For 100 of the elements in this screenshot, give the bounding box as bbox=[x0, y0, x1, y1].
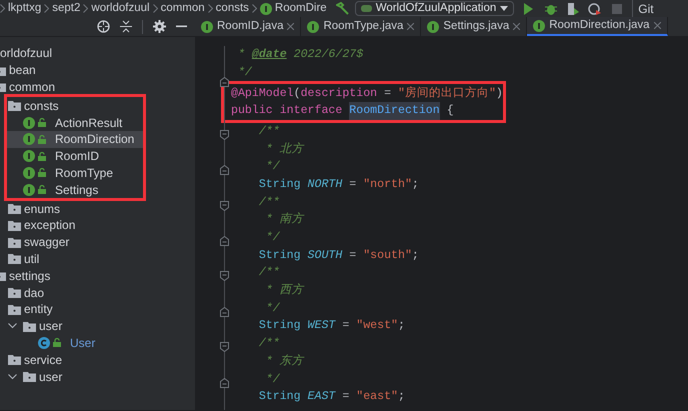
stop-icon[interactable] bbox=[610, 2, 624, 16]
close-icon[interactable] bbox=[654, 22, 661, 29]
close-icon[interactable] bbox=[287, 23, 294, 30]
code-line: String NORTH = "north"; bbox=[258, 176, 420, 193]
tree-item[interactable]: service bbox=[0, 351, 195, 368]
lock-icon bbox=[38, 185, 46, 194]
coverage-icon[interactable] bbox=[566, 2, 580, 16]
class-icon bbox=[38, 336, 50, 349]
code-line: @ApiModel(description = "房间的出口方向") bbox=[231, 85, 503, 102]
tree-item[interactable]: dao bbox=[0, 284, 195, 301]
tree-item[interactable]: bean bbox=[0, 62, 195, 79]
folder-icon bbox=[23, 371, 36, 382]
tree-item[interactable]: RoomType bbox=[7, 164, 143, 182]
chevron-right-icon bbox=[152, 4, 158, 13]
interface-icon bbox=[427, 20, 440, 32]
editor-tab[interactable]: RoomDirection.java bbox=[527, 17, 668, 36]
code-line: /** bbox=[258, 124, 281, 140]
code-line: */ bbox=[236, 64, 253, 81]
folder-icon bbox=[8, 100, 21, 112]
close-icon[interactable] bbox=[513, 23, 520, 30]
lock-icon bbox=[38, 168, 46, 178]
tree-item[interactable]: orldofzuul bbox=[0, 45, 195, 62]
folder-icon bbox=[23, 320, 36, 332]
code-line: String WEST = "west"; bbox=[258, 318, 406, 334]
chevron-right-icon bbox=[0, 4, 5, 13]
editor-tab[interactable]: RoomID.java bbox=[195, 17, 302, 36]
folder-icon bbox=[8, 236, 21, 248]
tree-item[interactable]: settings bbox=[0, 267, 195, 284]
chevron-right-icon bbox=[44, 4, 50, 13]
chevron-right-icon bbox=[83, 4, 88, 13]
minimize-icon[interactable] bbox=[176, 25, 187, 28]
locate-icon[interactable] bbox=[97, 20, 110, 33]
interface-icon bbox=[23, 116, 35, 129]
tree-item[interactable]: RoomID bbox=[7, 148, 143, 165]
fold-marker-icon[interactable] bbox=[220, 271, 229, 282]
tree-item[interactable]: ActionResult bbox=[7, 114, 143, 131]
chevron-down-icon[interactable] bbox=[8, 323, 17, 330]
chevron-right-icon bbox=[252, 4, 257, 13]
run-configuration-dropdown[interactable]: WorldOfZuulApplication bbox=[354, 1, 514, 16]
lock-icon bbox=[38, 134, 46, 144]
tree-item[interactable]: User bbox=[0, 334, 195, 352]
lock-icon bbox=[38, 152, 46, 161]
code-line: * 南方 bbox=[264, 211, 306, 228]
breadcrumb-item[interactable]: worldofzuul bbox=[91, 0, 150, 17]
fold-marker-icon[interactable] bbox=[220, 378, 229, 388]
interface-icon bbox=[23, 150, 35, 162]
tree-item[interactable]: Settings bbox=[7, 181, 143, 198]
interface-icon bbox=[201, 20, 213, 32]
folder-icon bbox=[8, 287, 21, 298]
interface-icon bbox=[23, 133, 35, 146]
code-line: /** bbox=[258, 336, 281, 352]
interface-icon bbox=[533, 20, 546, 32]
lock-icon bbox=[53, 338, 61, 348]
dropdown-caret-icon bbox=[500, 6, 508, 11]
interface-icon bbox=[307, 20, 320, 32]
folder-icon bbox=[8, 354, 21, 366]
close-icon[interactable] bbox=[407, 23, 414, 30]
hammer-icon[interactable] bbox=[336, 2, 349, 15]
tree-item[interactable]: consts bbox=[7, 97, 143, 114]
code-line: * @date 2022/6/27$ bbox=[236, 47, 364, 64]
code-line: public interface RoomDirection { bbox=[231, 102, 503, 120]
code-line: */ bbox=[264, 159, 281, 176]
tree-item[interactable]: user bbox=[0, 368, 195, 385]
settings-icon[interactable] bbox=[153, 20, 166, 33]
breadcrumb-item[interactable]: sept2 bbox=[52, 0, 80, 17]
editor-tab[interactable]: RoomType.java bbox=[301, 17, 422, 36]
tree-item[interactable]: util bbox=[0, 250, 195, 268]
folder-icon bbox=[8, 304, 21, 315]
interface-icon bbox=[23, 166, 35, 179]
tree-item[interactable]: RoomDirection bbox=[7, 130, 143, 148]
fold-marker-icon[interactable] bbox=[220, 236, 229, 246]
collapse-icon[interactable] bbox=[120, 20, 132, 33]
code-line: String SOUTH = "south"; bbox=[258, 248, 420, 264]
fold-marker-icon[interactable] bbox=[220, 76, 229, 87]
breadcrumb-item[interactable]: RoomDire bbox=[260, 0, 327, 17]
interface-icon bbox=[260, 2, 272, 14]
tree-item[interactable]: user bbox=[0, 318, 195, 335]
tree-item[interactable]: exception bbox=[0, 216, 195, 234]
tree-item[interactable]: entity bbox=[0, 300, 195, 318]
fold-marker-icon[interactable] bbox=[220, 342, 229, 352]
breadcrumb-item[interactable]: lkpttxg bbox=[8, 0, 42, 17]
code-line: */ bbox=[264, 300, 281, 317]
profiler-icon[interactable] bbox=[588, 2, 602, 16]
code-line: */ bbox=[264, 230, 281, 246]
fold-marker-icon[interactable] bbox=[220, 165, 229, 176]
code-line: * 东方 bbox=[264, 353, 306, 370]
chevron-right-icon bbox=[208, 4, 213, 13]
interface-icon bbox=[23, 184, 35, 196]
chevron-down-icon[interactable] bbox=[8, 374, 17, 380]
tree-item[interactable]: enums bbox=[0, 200, 195, 217]
breadcrumb-item[interactable]: consts bbox=[216, 0, 249, 17]
folder-icon bbox=[8, 203, 21, 214]
fold-marker-icon[interactable] bbox=[220, 306, 229, 317]
tree-item[interactable]: common bbox=[0, 78, 195, 96]
breadcrumb-item[interactable]: common bbox=[160, 0, 205, 17]
code-line: */ bbox=[264, 372, 281, 388]
fold-marker-icon[interactable] bbox=[220, 200, 229, 211]
code-line: * 西方 bbox=[264, 282, 306, 300]
fold-marker-icon[interactable] bbox=[220, 130, 229, 140]
tree-item[interactable]: swagger bbox=[0, 234, 195, 251]
